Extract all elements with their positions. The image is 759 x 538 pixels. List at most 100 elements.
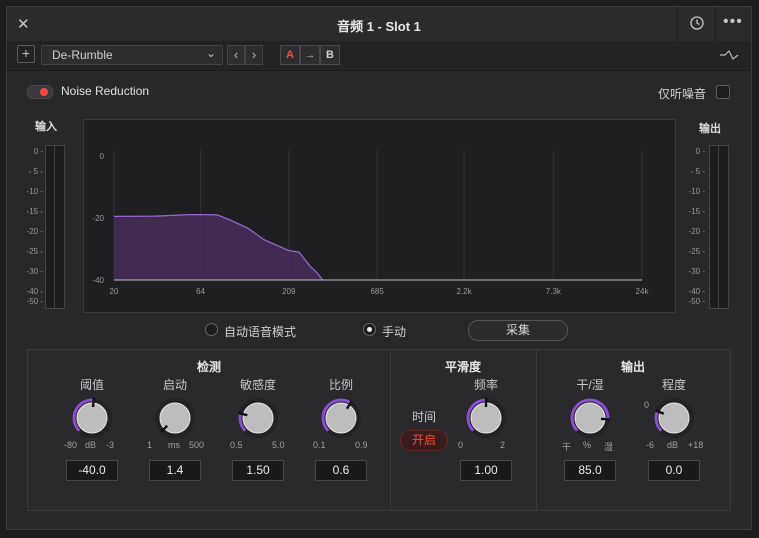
detect-section-title: 检测	[196, 360, 221, 374]
time-toggle-button[interactable]: 开启	[400, 430, 448, 451]
meter-tick-label: -30 -	[26, 267, 43, 276]
knob-indicator	[91, 397, 96, 408]
y-tick-label: -40	[92, 276, 104, 285]
output-meter-title: 输出	[699, 123, 721, 135]
y-tick-label: -20	[92, 214, 104, 223]
auto-speech-mode-label: 自动语音模式	[224, 325, 297, 339]
knob-max-label: 0.9	[355, 440, 368, 450]
meter-tick-label: -50 -	[26, 297, 43, 306]
noise-profile-graph: 20 64 209 685 2.2k 7.3k 24k 0 -20 -40	[83, 119, 676, 313]
title-bar: ✕ 音频 1 - Slot 1 •••	[7, 7, 751, 42]
meter-tick-label: -40 -	[26, 287, 43, 296]
knob-value-field[interactable]: -40.0	[66, 460, 118, 481]
bypass-curve-icon[interactable]	[719, 49, 739, 61]
window-title: 音频 1 - Slot 1	[337, 19, 421, 34]
output-meter-scale: 0 - - 5 - -10 - -15 - -20 - -25 - -30 - -40 - -5…	[675, 139, 705, 306]
knob-min-label: -6	[646, 440, 655, 450]
meter-tick-label: -15 -	[26, 207, 43, 216]
knob-min-label: 1	[147, 440, 153, 450]
knob-value-field[interactable]: 0.0	[648, 460, 700, 481]
next-preset-button[interactable]: ›	[245, 45, 263, 65]
b-button[interactable]: B	[320, 45, 340, 65]
title-divider	[677, 7, 678, 41]
listen-only-checkbox[interactable]	[716, 85, 730, 99]
rotary-knob[interactable]	[464, 396, 508, 440]
knob-max-label: 2	[500, 440, 506, 450]
knob-unit-label: dB	[85, 440, 97, 450]
meter-tick-label: -25 -	[26, 247, 43, 256]
meter-tick-label: -40 -	[688, 287, 705, 296]
x-tick-label: 20	[110, 287, 119, 296]
knob-max-label: 500	[189, 440, 205, 450]
rotary-knob[interactable]	[153, 396, 197, 440]
time-label: 时间	[412, 410, 437, 424]
rotary-knob[interactable]	[236, 396, 280, 440]
prev-preset-button[interactable]: ‹	[227, 45, 245, 65]
meter-tick-label: 0 -	[695, 147, 705, 156]
add-button[interactable]: +	[17, 45, 35, 63]
rotary-knob[interactable]	[319, 396, 363, 440]
noise-reduction-label: Noise Reduction	[61, 84, 150, 98]
knob-value-field[interactable]: 1.50	[232, 460, 284, 481]
knob-label: 启动	[162, 378, 187, 392]
y-tick-label: 0	[100, 152, 105, 161]
meter-tick-label: 0 -	[33, 147, 43, 156]
manual-mode-label: 手动	[382, 325, 407, 339]
knob-value-field[interactable]: 1.00	[460, 460, 512, 481]
x-tick-label: 64	[196, 287, 205, 296]
knob-value-field[interactable]: 1.4	[149, 460, 201, 481]
smoothing-section-title: 平滑度	[444, 360, 481, 374]
knob-unit-label: ms	[168, 440, 180, 450]
output-section-title: 输出	[620, 360, 645, 374]
controls-panel: 检测 平滑度 输出 时间 开启 阈值 -80 dB -3 -40.0 启动 1 ms 500 1.…	[27, 349, 731, 511]
knob-label: 干/湿	[576, 378, 604, 392]
meter-tick-label: - 5 -	[690, 167, 705, 176]
knob-unit-label: dB	[667, 440, 679, 450]
knob-min-label: 0.1	[313, 440, 326, 450]
auto-speech-mode-radio[interactable]	[205, 323, 218, 336]
chevron-down-icon: ⌄	[205, 46, 216, 60]
meter-tick-label: - 5 -	[28, 167, 43, 176]
knob-max-label: 湿	[604, 442, 614, 452]
input-level-meter	[45, 145, 65, 309]
noise-reduction-toggle[interactable]	[27, 85, 53, 99]
x-tick-label: 7.3k	[546, 287, 562, 296]
meter-tick-label: -10 -	[26, 187, 43, 196]
rotary-knob[interactable]	[652, 396, 696, 440]
history-icon[interactable]	[689, 15, 705, 31]
a-button[interactable]: A	[280, 45, 300, 65]
knob-max-label: 5.0	[272, 440, 285, 450]
copy-arrow-button[interactable]: →	[300, 45, 320, 65]
knob-value-field[interactable]: 0.6	[315, 460, 367, 481]
meter-tick-label: -10 -	[688, 187, 705, 196]
knob-unit-label: %	[583, 440, 592, 450]
input-meter-title: 输入	[35, 121, 57, 133]
x-tick-label: 209	[282, 287, 296, 296]
knob-body	[658, 402, 690, 434]
listen-only-label: 仅听噪音	[658, 87, 707, 101]
knob-min-label: -80	[64, 440, 78, 450]
input-meter-scale: 0 - - 5 - -10 - -15 - -20 - -25 - -30 - -40 - -5…	[13, 139, 43, 306]
x-tick-label: 685	[370, 287, 384, 296]
knob-value-field[interactable]: 85.0	[564, 460, 616, 481]
knob-body	[242, 402, 274, 434]
more-icon[interactable]: •••	[723, 13, 743, 31]
meter-tick-label: -30 -	[688, 267, 705, 276]
x-tick-label: 24k	[636, 287, 650, 296]
meter-tick-label: -25 -	[688, 247, 705, 256]
knob-body	[76, 402, 108, 434]
rotary-knob[interactable]	[568, 396, 612, 440]
noise-profile-chart: 20 64 209 685 2.2k 7.3k 24k 0 -20 -40	[92, 150, 650, 296]
noise-profile-area	[114, 214, 323, 280]
toolbar: + De-Rumble ⌄ ‹ › A → B	[7, 41, 751, 71]
knob-zero-label: 0	[644, 400, 650, 410]
output-level-meter	[709, 145, 729, 309]
preset-dropdown[interactable]: De-Rumble ⌄	[41, 45, 223, 65]
knob-max-label: -3	[106, 440, 115, 450]
rotary-knob[interactable]	[70, 396, 114, 440]
title-divider	[715, 7, 716, 41]
capture-button[interactable]: 采集	[468, 320, 568, 341]
manual-mode-radio[interactable]	[363, 323, 376, 336]
knob-body	[325, 402, 357, 434]
meter-tick-label: -50 -	[688, 297, 705, 306]
